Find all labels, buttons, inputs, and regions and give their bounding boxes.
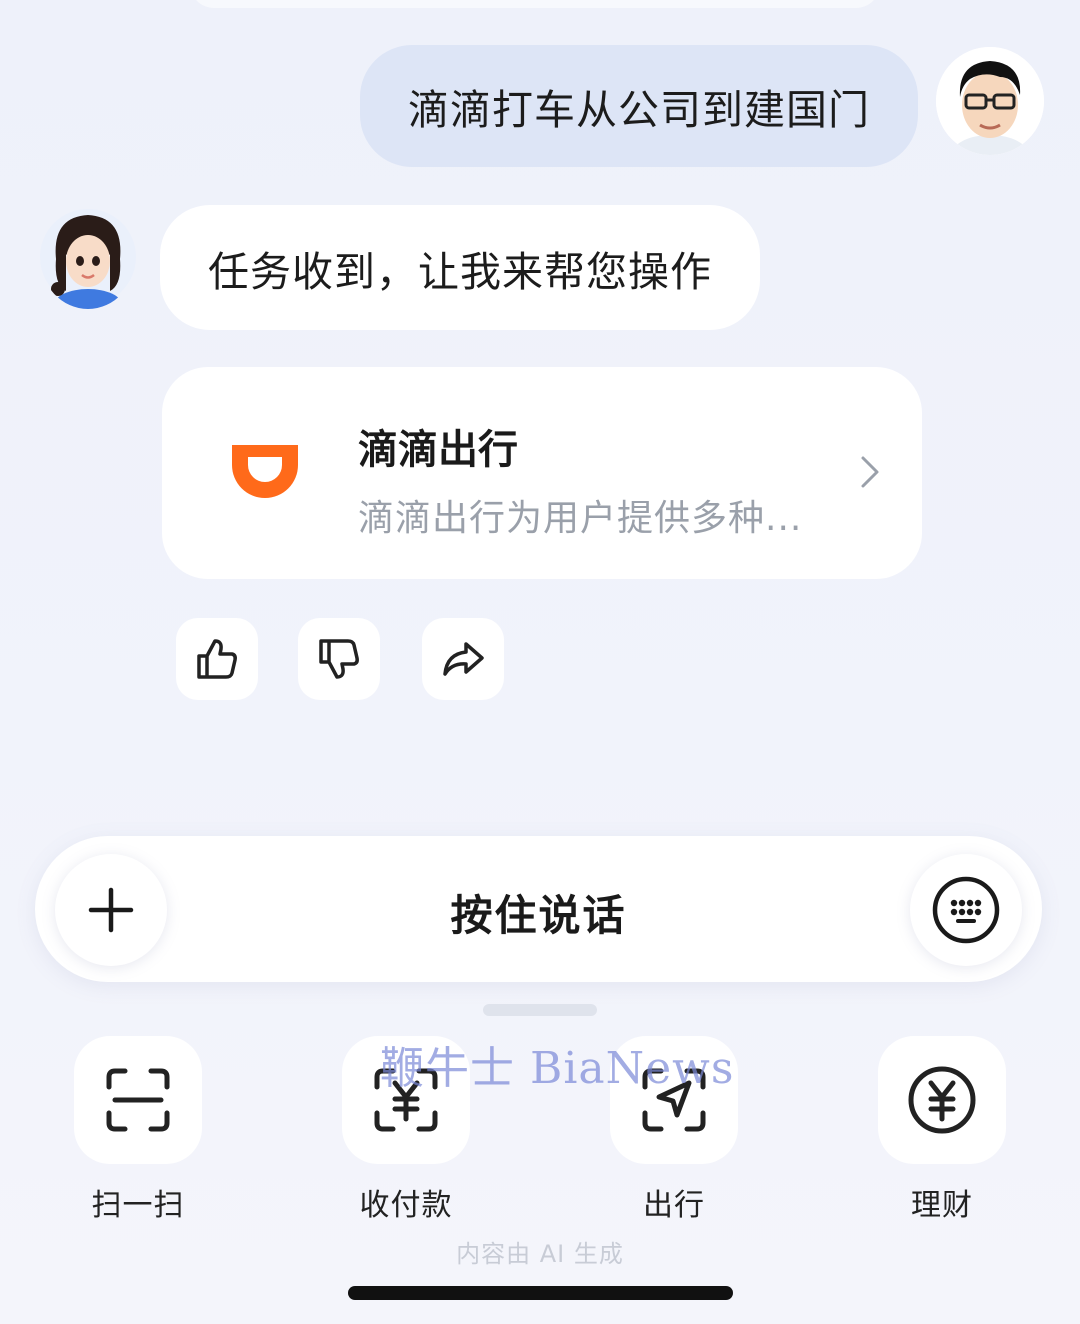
chevron-right-icon [860, 455, 880, 489]
user-avatar[interactable] [936, 47, 1044, 155]
scan-icon [106, 1068, 170, 1132]
drag-handle[interactable] [483, 1004, 597, 1016]
didi-logo-icon [224, 437, 306, 507]
didi-app-card[interactable]: 滴滴出行 滴滴出行为用户提供多种... [162, 367, 922, 579]
shortcut-label: 收付款 [359, 1188, 453, 1223]
share-icon [443, 642, 484, 676]
thumbs-up-icon [197, 639, 237, 679]
user-message-bubble: 滴滴打车从公司到建国门 [360, 45, 918, 167]
hold-to-talk-button[interactable]: 按住说话 [35, 882, 1042, 943]
app-card-title: 滴滴出行 [358, 427, 518, 473]
keyboard-toggle-button[interactable] [910, 854, 1022, 966]
assistant-message-bubble: 任务收到，让我来帮您操作 [160, 205, 760, 330]
shortcut-finance[interactable]: 理财 [876, 1036, 1008, 1226]
shortcut-scan[interactable]: 扫一扫 [72, 1036, 204, 1226]
share-button[interactable] [422, 618, 504, 700]
thumbs-up-button[interactable] [176, 618, 258, 700]
watermark-text: 鞭牛士 BiaNews [380, 1043, 735, 1094]
thumbs-down-button[interactable] [298, 618, 380, 700]
ai-generated-notice: 内容由 AI 生成 [456, 1240, 624, 1268]
finance-icon [908, 1066, 976, 1134]
home-indicator[interactable] [348, 1286, 733, 1300]
shortcut-label: 出行 [643, 1188, 705, 1223]
assistant-message-row: 任务收到，让我来帮您操作 [0, 205, 1080, 330]
user-message-row: 滴滴打车从公司到建国门 [0, 45, 1080, 170]
previous-message-edge [190, 0, 880, 8]
app-card-description: 滴滴出行为用户提供多种... [358, 498, 803, 539]
shortcut-label: 扫一扫 [91, 1188, 185, 1223]
keyboard-icon [932, 876, 1000, 944]
shortcut-label: 理财 [911, 1188, 973, 1223]
thumbs-down-icon [319, 639, 359, 679]
assistant-avatar[interactable] [40, 205, 136, 309]
voice-input-bar[interactable]: 按住说话 [35, 836, 1042, 982]
